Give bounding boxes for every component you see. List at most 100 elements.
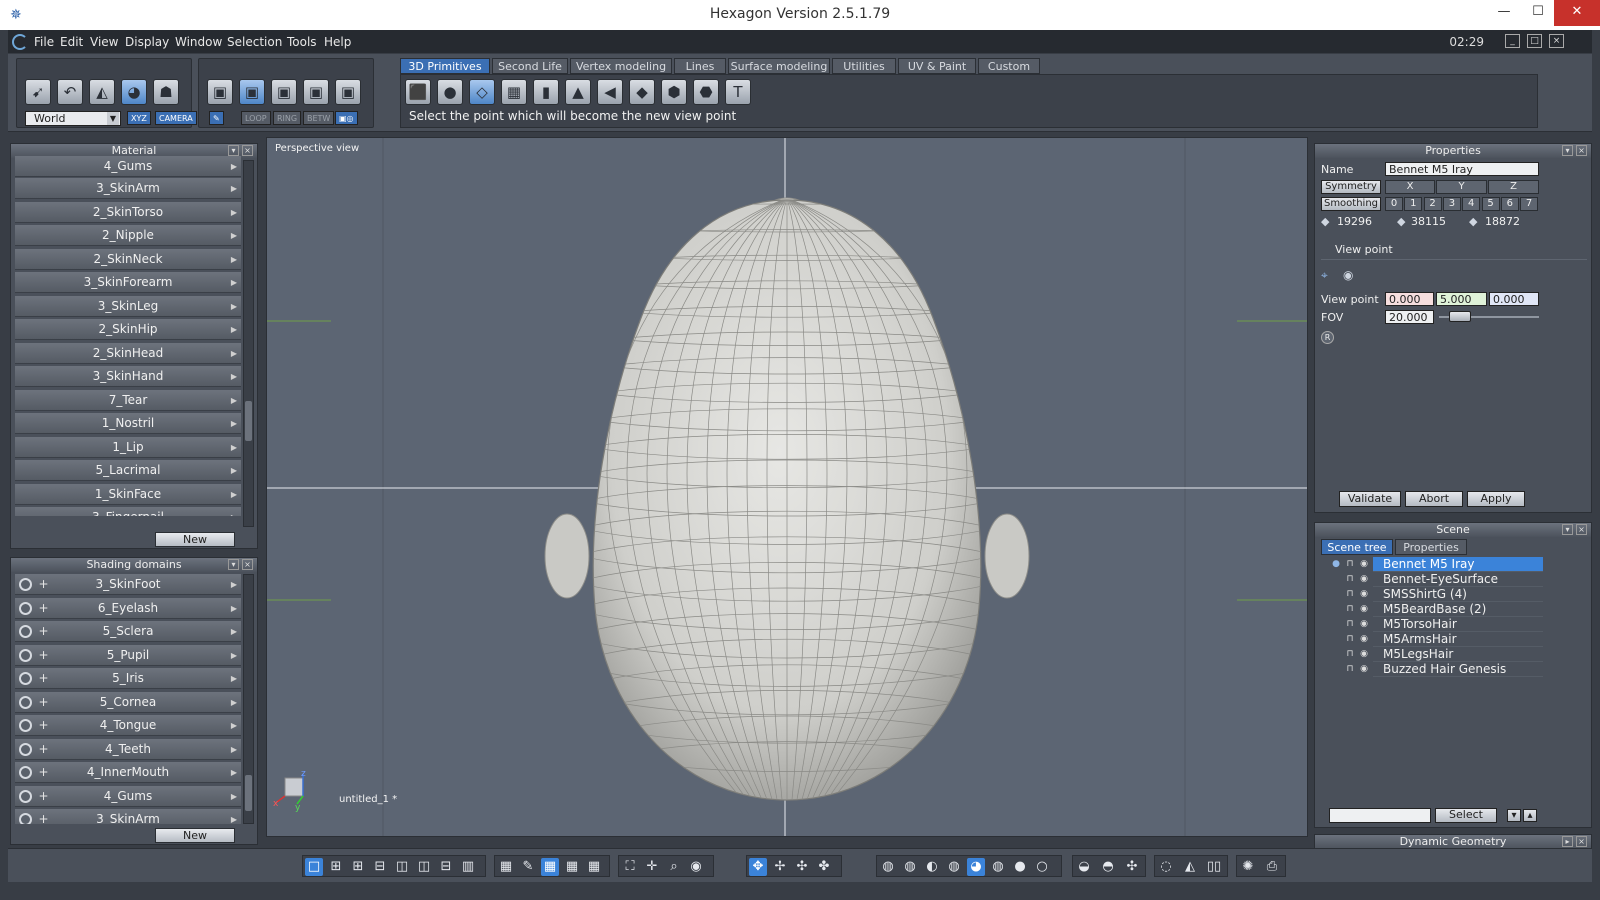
snap-icon[interactable]: ✎ bbox=[519, 858, 537, 876]
textured-wire-icon[interactable]: ◍ bbox=[989, 858, 1007, 876]
scene-item[interactable]: ⊓ ◉ SMSShirtG (4) bbox=[1317, 587, 1547, 602]
split-left-icon[interactable]: ◫ bbox=[415, 858, 433, 876]
material-item[interactable]: 3_SkinArm ▶ bbox=[15, 178, 241, 199]
panel-menu-icon[interactable]: ▾ bbox=[1562, 145, 1573, 156]
visibility-icon[interactable] bbox=[19, 648, 32, 662]
smoothing-level-2[interactable]: 2 bbox=[1423, 197, 1442, 211]
chevron-down-icon[interactable]: ▾ bbox=[1507, 809, 1521, 822]
plus-icon[interactable]: + bbox=[37, 719, 50, 732]
visibility-icon[interactable] bbox=[19, 742, 32, 756]
material-item[interactable]: 2_Nipple ▶ bbox=[15, 225, 241, 246]
shading-item[interactable]: +4_Teeth ▶ bbox=[15, 738, 241, 760]
symmetry-y[interactable]: Y bbox=[1436, 180, 1487, 194]
grid-red-icon[interactable]: ▦ bbox=[563, 858, 581, 876]
expand-arrow-icon[interactable]: ▶ bbox=[231, 178, 237, 199]
name-field[interactable]: Bennet M5 Iray bbox=[1385, 162, 1539, 176]
white-sphere-icon[interactable]: ○ bbox=[1033, 858, 1051, 876]
expand-arrow-icon[interactable]: ▶ bbox=[231, 484, 237, 505]
plane-primitive-button[interactable]: ◇ bbox=[469, 79, 495, 105]
expand-arrow-icon[interactable]: ▶ bbox=[231, 645, 237, 666]
universal-gizmo-icon[interactable]: ✤ bbox=[815, 858, 833, 876]
three-view-icon[interactable]: ⊞ bbox=[349, 858, 367, 876]
lock-icon[interactable]: ⊓ bbox=[1345, 559, 1355, 569]
expand-arrow-icon[interactable]: ▶ bbox=[231, 202, 237, 223]
shading-item[interactable]: +5_Cornea ▶ bbox=[15, 691, 241, 713]
expand-arrow-icon[interactable]: ▶ bbox=[231, 156, 237, 177]
grid-green-icon[interactable]: ▦ bbox=[585, 858, 603, 876]
eye-icon[interactable]: ◉ bbox=[1359, 649, 1369, 659]
lock-icon[interactable]: ⊓ bbox=[1345, 574, 1355, 584]
expand-arrow-icon[interactable]: ▶ bbox=[231, 598, 237, 619]
visibility-icon[interactable] bbox=[19, 695, 32, 709]
lasso-button[interactable]: ↶ bbox=[57, 79, 83, 105]
select-arrow-button[interactable]: ➹ bbox=[25, 79, 51, 105]
abort-button[interactable]: Abort bbox=[1405, 491, 1463, 507]
tab-3d-primitives[interactable]: 3D Primitives bbox=[400, 58, 490, 74]
plus-icon[interactable]: + bbox=[37, 789, 50, 803]
menu-help[interactable]: Help bbox=[324, 35, 351, 49]
expand-arrow-icon[interactable]: ▶ bbox=[231, 319, 237, 340]
scene-item[interactable]: ● ⊓ ◉ Bennet M5 Iray bbox=[1317, 557, 1547, 572]
visibility-icon[interactable] bbox=[19, 719, 32, 732]
eye-icon[interactable]: ◉ bbox=[1359, 574, 1369, 584]
split-bottom-icon[interactable]: ⊟ bbox=[437, 858, 455, 876]
blue-sphere-icon[interactable]: ◓ bbox=[1099, 858, 1117, 876]
magnet-button[interactable]: ◕ bbox=[121, 79, 147, 105]
expand-icon[interactable]: ▸ bbox=[1562, 836, 1573, 847]
scrollbar-thumb[interactable] bbox=[245, 401, 252, 441]
plus-icon[interactable]: + bbox=[37, 672, 50, 685]
spotlight-icon[interactable]: ◭ bbox=[1181, 858, 1199, 876]
wire-hidden-icon[interactable]: ◍ bbox=[901, 858, 919, 876]
viewpoint-z-field[interactable]: 0.000 bbox=[1489, 292, 1539, 306]
cube-primitive-button[interactable]: ⬛ bbox=[405, 79, 431, 105]
menu-edit[interactable]: Edit bbox=[60, 35, 83, 49]
close-icon[interactable]: × bbox=[242, 559, 253, 570]
expand-arrow-icon[interactable]: ▶ bbox=[231, 621, 237, 642]
material-item[interactable]: 3_Fingernail ▶ bbox=[15, 507, 241, 516]
material-item[interactable]: 2_SkinTorso ▶ bbox=[15, 202, 241, 223]
close-icon[interactable]: × bbox=[1576, 145, 1587, 156]
menu-window[interactable]: Window bbox=[175, 35, 222, 49]
scene-item[interactable]: ⊓ ◉ Bennet-EyeSurface bbox=[1317, 572, 1547, 587]
visibility-icon[interactable] bbox=[19, 672, 32, 685]
fov-slider-thumb[interactable] bbox=[1449, 311, 1471, 322]
ghost-button[interactable]: ☗ bbox=[153, 79, 179, 105]
visibility-icon[interactable] bbox=[19, 789, 32, 803]
plus-icon[interactable]: + bbox=[37, 578, 50, 591]
material-item[interactable]: 1_Nostril ▶ bbox=[15, 413, 241, 434]
light-icon[interactable]: ◌ bbox=[1157, 858, 1175, 876]
tab-utilities[interactable]: Utilities bbox=[832, 58, 896, 74]
dynamic-geometry-panel[interactable]: Dynamic Geometry ▸ × bbox=[1314, 834, 1592, 849]
smoothing-level-1[interactable]: 1 bbox=[1404, 197, 1423, 211]
grid-settings-icon[interactable]: ▦ bbox=[497, 858, 515, 876]
close-button[interactable]: ✕ bbox=[1554, 0, 1600, 26]
expand-arrow-icon[interactable]: ▶ bbox=[231, 668, 237, 689]
tab-lines[interactable]: Lines bbox=[674, 58, 726, 74]
visibility-icon[interactable] bbox=[19, 813, 32, 824]
viewpoint-x-field[interactable]: 0.000 bbox=[1385, 292, 1434, 306]
close-icon[interactable]: × bbox=[1576, 836, 1587, 847]
material-scrollbar[interactable] bbox=[243, 160, 254, 527]
octahedron-primitive-button[interactable]: ⬢ bbox=[661, 79, 687, 105]
lock-icon[interactable]: ⊓ bbox=[1345, 604, 1355, 614]
plus-icon[interactable]: + bbox=[37, 648, 50, 662]
visibility-icon[interactable] bbox=[19, 625, 32, 638]
expand-arrow-icon[interactable]: ▶ bbox=[231, 507, 237, 516]
single-view-icon[interactable]: □ bbox=[305, 858, 323, 876]
scene-search-input[interactable] bbox=[1329, 808, 1431, 823]
expand-arrow-icon[interactable]: ▶ bbox=[231, 413, 237, 434]
four-view-icon[interactable]: ⊞ bbox=[327, 858, 345, 876]
pick-mode-toggle[interactable]: ✎ bbox=[209, 111, 224, 125]
snapshot-camera-icon[interactable]: ⎙ bbox=[1263, 858, 1281, 876]
book-icon[interactable]: ▯▯ bbox=[1205, 858, 1223, 876]
menu-view[interactable]: View bbox=[90, 35, 118, 49]
plus-icon[interactable]: + bbox=[37, 601, 50, 615]
reset-badge[interactable]: R bbox=[1321, 331, 1334, 344]
expand-arrow-icon[interactable]: ▶ bbox=[231, 574, 237, 595]
auto-mode-button[interactable]: ▣ bbox=[335, 79, 361, 105]
object-mode-button[interactable]: ▣ bbox=[207, 79, 233, 105]
dynamic-geometry-header[interactable]: Dynamic Geometry ▸ × bbox=[1315, 835, 1591, 849]
frame-all-icon[interactable]: ⛶ bbox=[621, 858, 639, 876]
expand-arrow-icon[interactable]: ▶ bbox=[231, 366, 237, 387]
vertex-mode-button[interactable]: ▣ bbox=[303, 79, 329, 105]
